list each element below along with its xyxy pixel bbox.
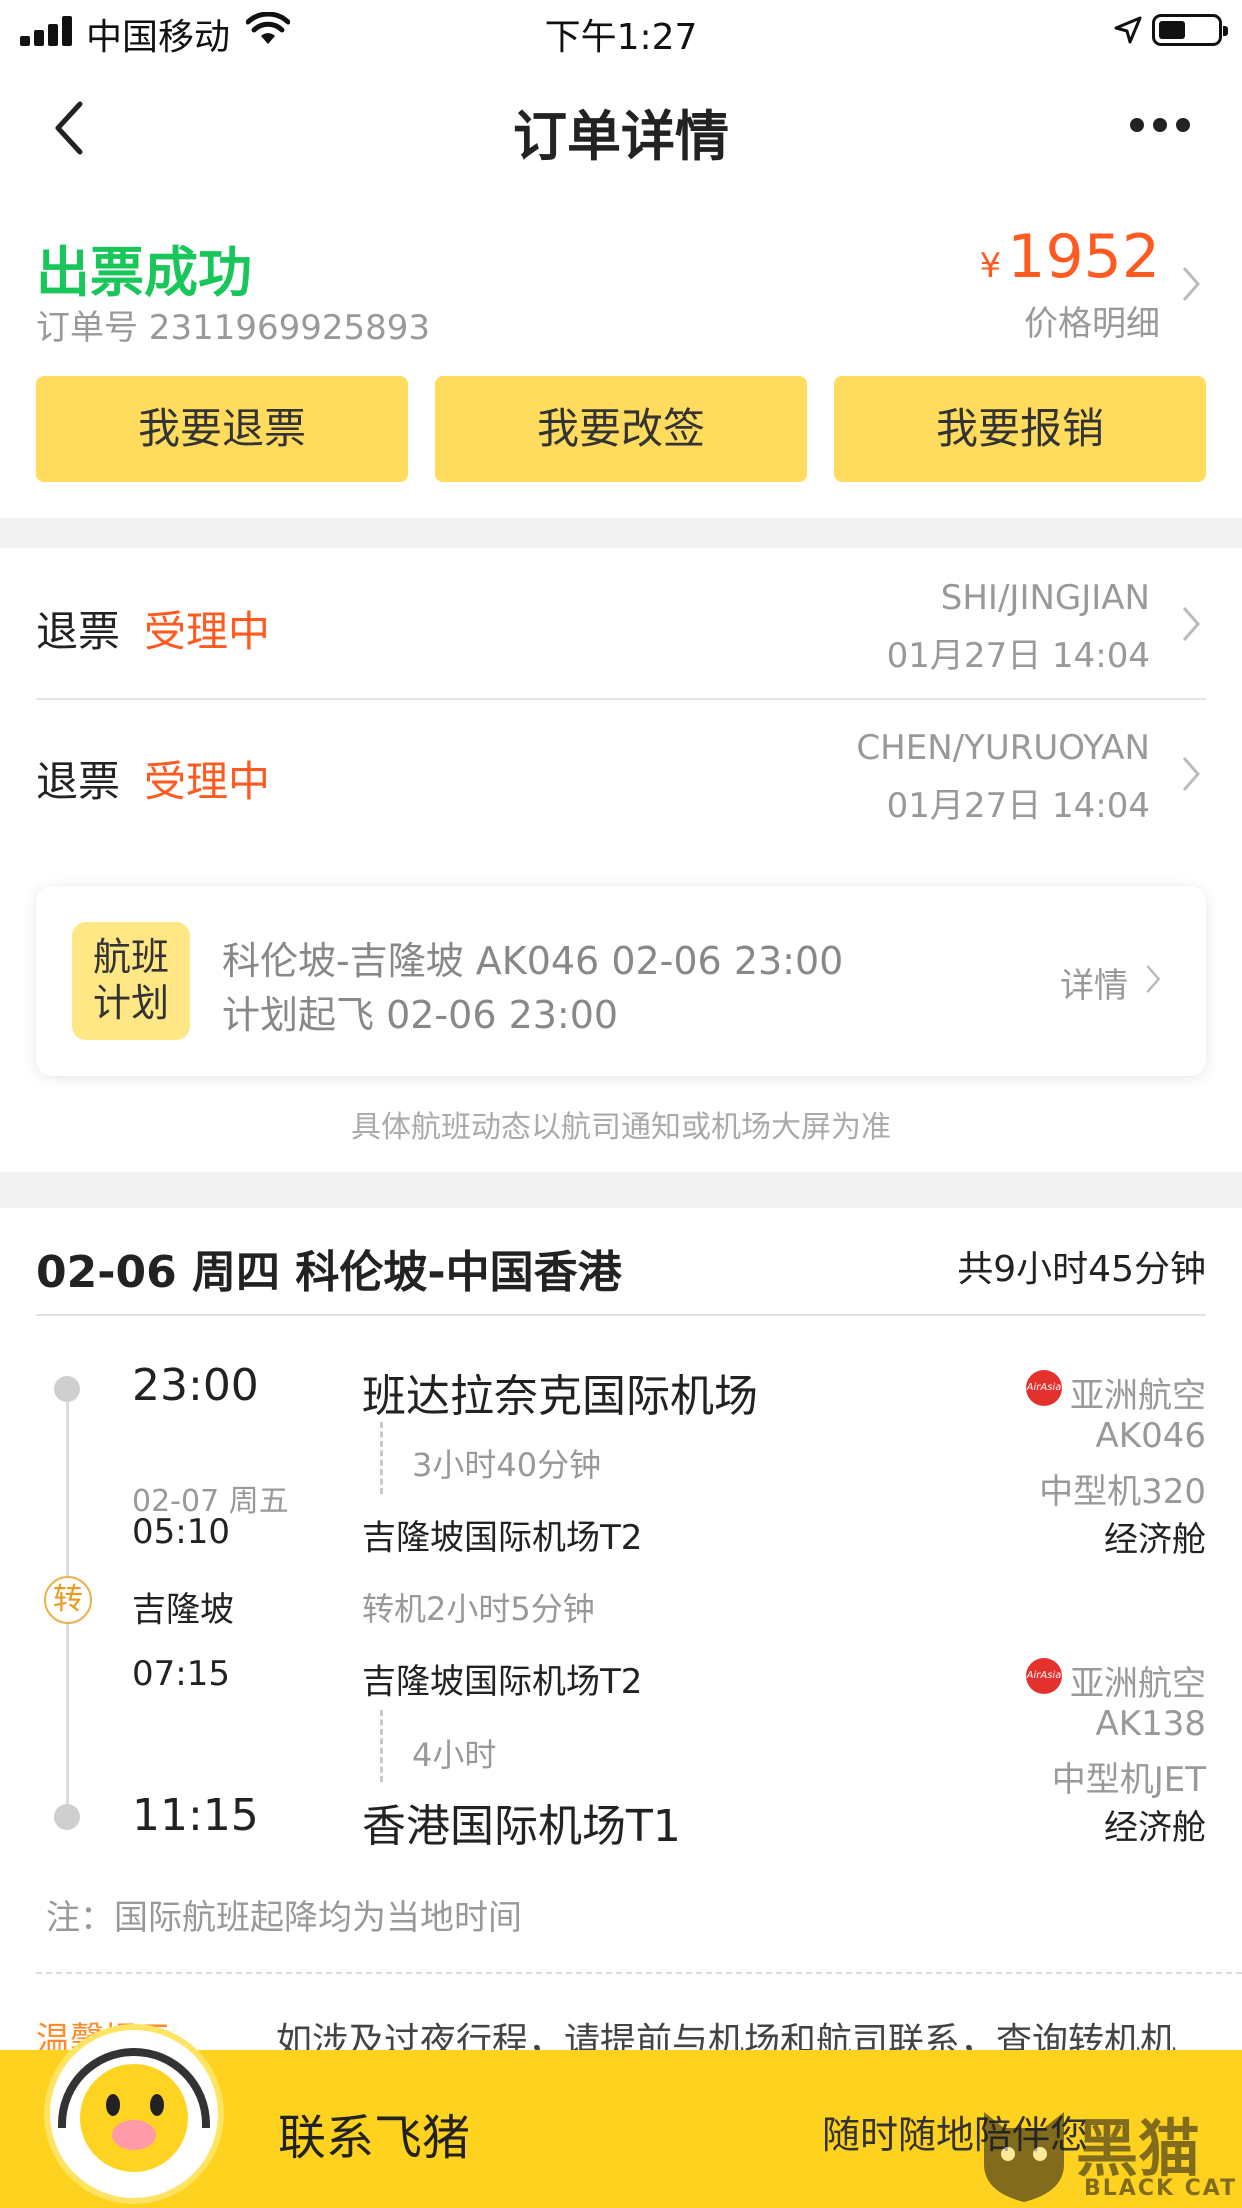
price-value: 1952 <box>1007 222 1160 292</box>
airline-name: 亚洲航空 <box>1070 1664 1206 1704</box>
arrival-time: 05:10 <box>132 1512 230 1552</box>
airasia-logo-icon: AirAsia <box>1026 1370 1062 1406</box>
departure-time: 07:15 <box>132 1654 230 1694</box>
watermark-text: 黑猫 <box>1076 2112 1201 2185</box>
flight-number: AK138 <box>1095 1704 1206 1744</box>
chevron-right-icon[interactable] <box>1180 604 1202 644</box>
watermark-subtext: BLACK CAT <box>1084 2176 1238 2201</box>
chevron-right-icon[interactable] <box>1180 264 1202 304</box>
more-options-icon[interactable] <box>1130 114 1190 138</box>
flight-plan-badge: 航班 计划 <box>72 922 190 1040</box>
cabin-class: 经济舱 <box>1104 1520 1206 1560</box>
cat-shield-icon <box>984 2112 1064 2202</box>
departure-dot <box>54 1376 80 1402</box>
flight-plan-route: 科伦坡-吉隆坡 AK046 02-06 23:00 <box>222 939 844 983</box>
location-arrow-icon <box>1114 16 1142 44</box>
page-title: 订单详情 <box>513 105 729 168</box>
reimbursement-button[interactable]: 我要报销 <box>834 376 1206 482</box>
refund-time: 01月27日 14:04 <box>886 786 1150 826</box>
arrival-airport: 香港国际机场T1 <box>362 1801 681 1852</box>
contact-fliggy-button[interactable]: 联系飞猪 <box>278 2098 470 2168</box>
airline-name: 亚洲航空 <box>1070 1376 1206 1416</box>
itinerary-total-duration: 共9小时45分钟 <box>957 1249 1206 1290</box>
transfer-badge: 转 <box>44 1576 92 1624</box>
duration-dash <box>380 1422 383 1494</box>
black-cat-watermark: 黑猫 BLACK CAT <box>966 2094 1242 2208</box>
departure-time: 23:00 <box>132 1360 259 1411</box>
arrival-time: 11:15 <box>132 1790 259 1841</box>
section-gap <box>0 518 1242 548</box>
flight-plan-departure: 计划起飞 02-06 23:00 <box>222 993 619 1037</box>
cabin-class: 经济舱 <box>1104 1808 1206 1848</box>
flight-status-note: 具体航班动态以航司通知或机场大屏为准 <box>351 1110 891 1145</box>
refund-label: 退票 <box>36 607 121 656</box>
divider <box>36 1972 1242 1974</box>
duration-dash <box>380 1710 383 1782</box>
battery-icon <box>1152 14 1228 46</box>
departure-airport: 吉隆坡国际机场T2 <box>362 1662 643 1702</box>
divider <box>36 1314 1206 1316</box>
badge-line: 航班 <box>92 935 169 979</box>
refund-time: 01月27日 14:04 <box>886 636 1150 676</box>
order-price[interactable]: ¥1952 <box>980 222 1160 292</box>
refund-status: 受理中 <box>144 607 271 656</box>
itinerary-title: 02-06 周四 科伦坡-中国香港 <box>36 1247 622 1298</box>
aircraft-type: 中型机JET <box>1051 1760 1206 1800</box>
airasia-logo-icon: AirAsia <box>1026 1658 1062 1694</box>
chevron-right-icon[interactable] <box>1180 754 1202 794</box>
arrival-airport: 吉隆坡国际机场T2 <box>362 1518 643 1558</box>
status-bar: 中国移动 下午1:27 <box>0 0 1242 62</box>
refund-status: 受理中 <box>144 757 271 806</box>
chevron-right-icon[interactable] <box>1144 962 1162 996</box>
flight-number: AK046 <box>1095 1416 1206 1456</box>
refund-button[interactable]: 我要退票 <box>36 376 408 482</box>
flight-detail-link[interactable]: 详情 <box>1060 958 1128 1007</box>
local-time-note: 注：国际航班起降均为当地时间 <box>46 1898 522 1938</box>
order-number: 订单号 2311969925893 <box>36 308 431 348</box>
aircraft-type: 中型机320 <box>1039 1472 1206 1512</box>
clock: 下午1:27 <box>544 17 698 58</box>
arrival-dot <box>54 1804 80 1830</box>
flight-duration: 3小时40分钟 <box>412 1446 602 1484</box>
passenger-name: SHI/JINGJIAN <box>940 578 1150 618</box>
currency-symbol: ¥ <box>979 246 1002 286</box>
refund-label: 退票 <box>36 757 121 806</box>
fliggy-mascot-avatar <box>44 2024 224 2204</box>
change-ticket-button[interactable]: 我要改签 <box>435 376 807 482</box>
badge-line: 计划 <box>92 981 169 1025</box>
ticket-status: 出票成功 <box>36 241 252 304</box>
departure-airport: 班达拉奈克国际机场 <box>362 1371 758 1422</box>
transfer-time: 转机2小时5分钟 <box>362 1590 595 1628</box>
price-detail-link[interactable]: 价格明细 <box>1024 296 1160 345</box>
section-gap <box>0 1172 1242 1208</box>
passenger-name: CHEN/YURUOYAN <box>856 728 1150 768</box>
flight-duration: 4小时 <box>412 1736 497 1774</box>
transfer-city: 吉隆坡 <box>132 1590 234 1630</box>
